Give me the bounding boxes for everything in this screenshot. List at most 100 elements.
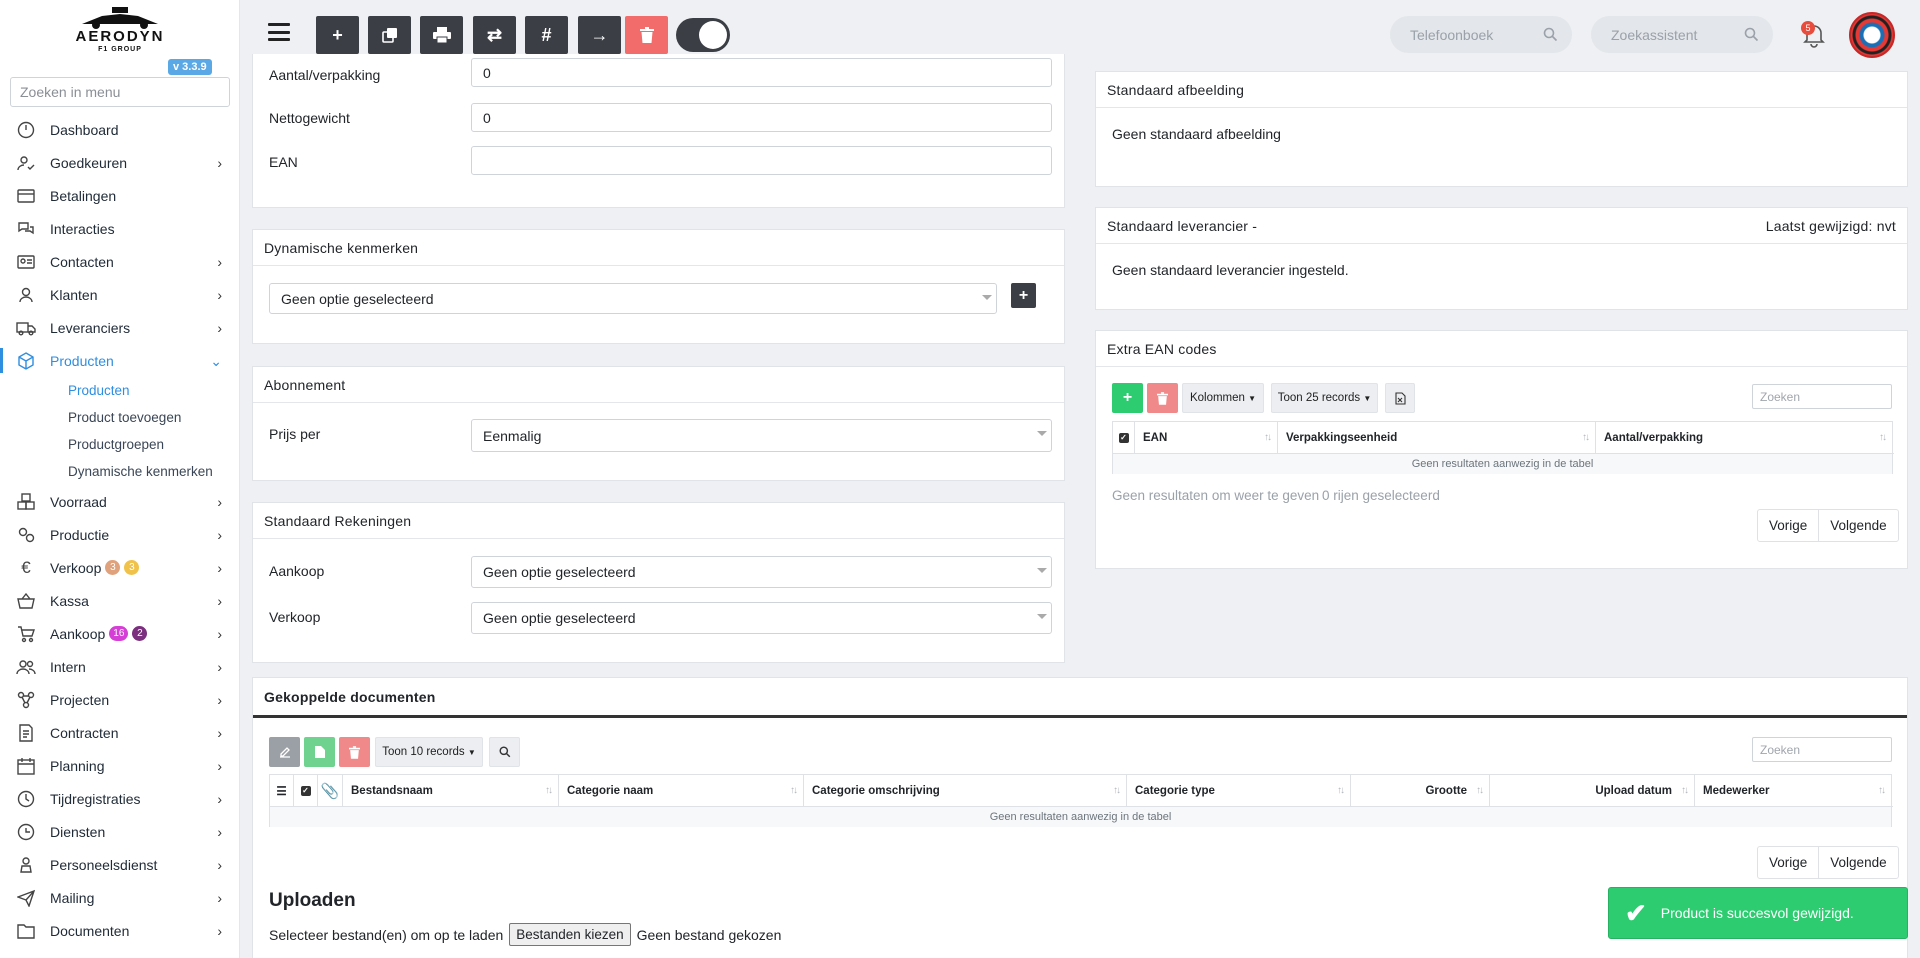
nav-item-voorraad[interactable]: Voorraad › — [0, 485, 240, 518]
docs-page-length-dropdown[interactable]: Toon 10 records ▼ — [375, 737, 483, 767]
nav-item-contracten[interactable]: Contracten › — [0, 716, 240, 749]
nav-item-planning[interactable]: Planning › — [0, 749, 240, 782]
default-supplier-card: Standaard leverancier - Laatst gewijzigd… — [1095, 207, 1908, 310]
nav-item-interacties[interactable]: Interacties — [0, 212, 240, 245]
documents-prev-button[interactable]: Vorige — [1758, 847, 1818, 878]
netto-input[interactable]: 0 — [471, 103, 1052, 132]
nav-item-goedkeuren[interactable]: Goedkeuren › — [0, 146, 240, 179]
prijs-per-select[interactable]: Eenmalig — [471, 419, 1052, 452]
dynamic-attributes-select[interactable]: Geen optie geselecteerd — [269, 283, 997, 314]
ean-prev-button[interactable]: Vorige — [1758, 510, 1818, 541]
folder-icon — [16, 921, 36, 941]
hashtag-button[interactable]: # — [525, 16, 568, 54]
person-icon — [16, 855, 36, 875]
trash-icon — [639, 27, 654, 43]
upload-title: Uploaden — [269, 890, 356, 911]
default-accounts-card: Standaard Rekeningen Aankoop Geen optie … — [252, 502, 1065, 663]
assistant-search[interactable]: Zoekassistent — [1591, 16, 1773, 53]
nav-item-productie[interactable]: Productie › — [0, 518, 240, 551]
nav-item-intern[interactable]: Intern › — [0, 650, 240, 683]
col-bestandsnaam[interactable]: Bestandsnaam ↑↓ — [343, 775, 559, 807]
subnav-product-toevoegen[interactable]: Product toevoegen — [0, 404, 240, 431]
export-excel-button[interactable] — [1385, 383, 1415, 413]
col-ean[interactable]: EAN ↑↓ — [1135, 422, 1278, 454]
col-aantal-verpakking[interactable]: Aantal/verpakking ↑↓ — [1596, 422, 1892, 454]
service-clock-icon — [16, 822, 36, 842]
ean-table-header: ✓ EAN ↑↓ Verpakkingseenheid ↑↓ Aantal/verp… — [1113, 422, 1894, 454]
chevron-right-icon: › — [217, 659, 222, 675]
docs-search-input[interactable]: Zoeken — [1752, 737, 1892, 762]
columns-dropdown[interactable]: Kolommen ▼ — [1182, 383, 1264, 413]
print-button[interactable] — [420, 16, 463, 54]
col-categorie-omschrijving[interactable]: Categorie omschrijving ↑↓ — [804, 775, 1127, 807]
nav-item-betalingen[interactable]: Betalingen — [0, 179, 240, 212]
subnav-productgroepen[interactable]: Productgroepen — [0, 431, 240, 458]
aantal-input[interactable]: 0 — [471, 58, 1052, 87]
aankoop-account-select[interactable]: Geen optie geselecteerd — [471, 556, 1052, 588]
duplicate-button[interactable] — [368, 16, 411, 54]
col-list[interactable]: ☰ — [270, 775, 294, 807]
verkoop-badge-2: 3 — [124, 560, 140, 575]
choose-files-button[interactable]: Bestanden kiezen — [509, 923, 631, 946]
edit-document-button[interactable] — [269, 737, 300, 767]
docs-search-button[interactable] — [489, 737, 520, 767]
success-toast[interactable]: ✔ Product is succesvol gewijzigd. — [1608, 887, 1908, 939]
page-length-dropdown[interactable]: Toon 25 records ▼ — [1271, 383, 1378, 413]
nav-item-contacten[interactable]: Contacten › — [0, 245, 240, 278]
aerodyn-logo[interactable]: AERODYN F1 GROUP — [72, 4, 168, 56]
nav-item-klanten[interactable]: Klanten › — [0, 278, 240, 311]
swap-button[interactable]: ⇄ — [473, 16, 516, 54]
nav-item-tijdregistraties[interactable]: Tijdregistraties › — [0, 782, 240, 815]
nav-item-aankoop[interactable]: Aankoop 16 2 › — [0, 617, 240, 650]
nav-item-leveranciers[interactable]: Leveranciers › — [0, 311, 240, 344]
ean-table: ✓ EAN ↑↓ Verpakkingseenheid ↑↓ Aantal/verp… — [1112, 421, 1894, 474]
default-accounts-title: Standaard Rekeningen — [253, 503, 1064, 539]
nav-item-producten[interactable]: Producten ⌄ — [0, 344, 240, 377]
verkoop-account-select[interactable]: Geen optie geselecteerd — [471, 602, 1052, 634]
select-all-checkbox[interactable]: ✓ — [1113, 422, 1135, 454]
subnav-producten[interactable]: Producten — [0, 377, 240, 404]
nav-item-dashboard[interactable]: Dashboard — [0, 113, 240, 146]
col-grootte[interactable]: Grootte ↑↓ — [1351, 775, 1490, 807]
nav-item-projecten[interactable]: Projecten › — [0, 683, 240, 716]
menu-search-input[interactable] — [10, 77, 230, 107]
add-attribute-button[interactable]: + — [1011, 283, 1036, 308]
boxes-stack-icon — [16, 492, 36, 512]
add-button[interactable]: + — [316, 16, 359, 54]
add-document-button[interactable] — [304, 737, 335, 767]
subnav-dynamische-kenmerken[interactable]: Dynamische kenmerken — [0, 458, 240, 485]
docs-select-all-checkbox[interactable]: ✓ — [294, 775, 318, 807]
ean-next-button[interactable]: Volgende — [1818, 510, 1897, 541]
caret-down-icon: ▼ — [467, 747, 476, 757]
ean-search-input[interactable]: Zoeken — [1752, 384, 1892, 409]
forward-button[interactable]: → — [578, 16, 621, 54]
delete-button[interactable] — [625, 16, 668, 54]
aankoop-label: Aankoop — [269, 563, 325, 579]
ean-input[interactable] — [471, 146, 1052, 175]
col-attachment[interactable]: 📎 — [318, 775, 343, 807]
sort-icon: ↑↓ — [1878, 785, 1886, 796]
col-upload-datum[interactable]: Upload datum ↑↓ — [1490, 775, 1695, 807]
col-verpakkingseenheid[interactable]: Verpakkingseenheid ↑↓ — [1278, 422, 1596, 454]
avatar[interactable] — [1849, 12, 1895, 58]
phonebook-search[interactable]: Telefoonboek — [1390, 16, 1572, 53]
col-categorie-naam[interactable]: Categorie naam ↑↓ — [559, 775, 804, 807]
hamburger-menu-icon[interactable] — [268, 23, 290, 41]
dynamic-attributes-title: Dynamische kenmerken — [253, 230, 1064, 266]
paper-plane-icon — [16, 888, 36, 908]
delete-ean-button[interactable] — [1147, 383, 1178, 413]
sort-icon: ↑↓ — [1681, 785, 1689, 796]
nav-item-personeelsdienst[interactable]: Personeelsdienst › — [0, 848, 240, 881]
add-ean-button[interactable]: + — [1112, 383, 1143, 413]
nav-item-mailing[interactable]: Mailing › — [0, 881, 240, 914]
col-medewerker[interactable]: Medewerker ↑↓ — [1695, 775, 1891, 807]
nav-item-verkoop[interactable]: € Verkoop 3 3 › — [0, 551, 240, 584]
nav-item-documenten[interactable]: Documenten › — [0, 914, 240, 947]
delete-document-button[interactable] — [339, 737, 370, 767]
assistant-search-placeholder: Zoekassistent — [1611, 26, 1698, 43]
nav-item-diensten[interactable]: Diensten › — [0, 815, 240, 848]
nav-item-kassa[interactable]: Kassa › — [0, 584, 240, 617]
documents-next-button[interactable]: Volgende — [1818, 847, 1897, 878]
col-categorie-type[interactable]: Categorie type ↑↓ — [1127, 775, 1351, 807]
theme-toggle[interactable] — [676, 18, 730, 52]
